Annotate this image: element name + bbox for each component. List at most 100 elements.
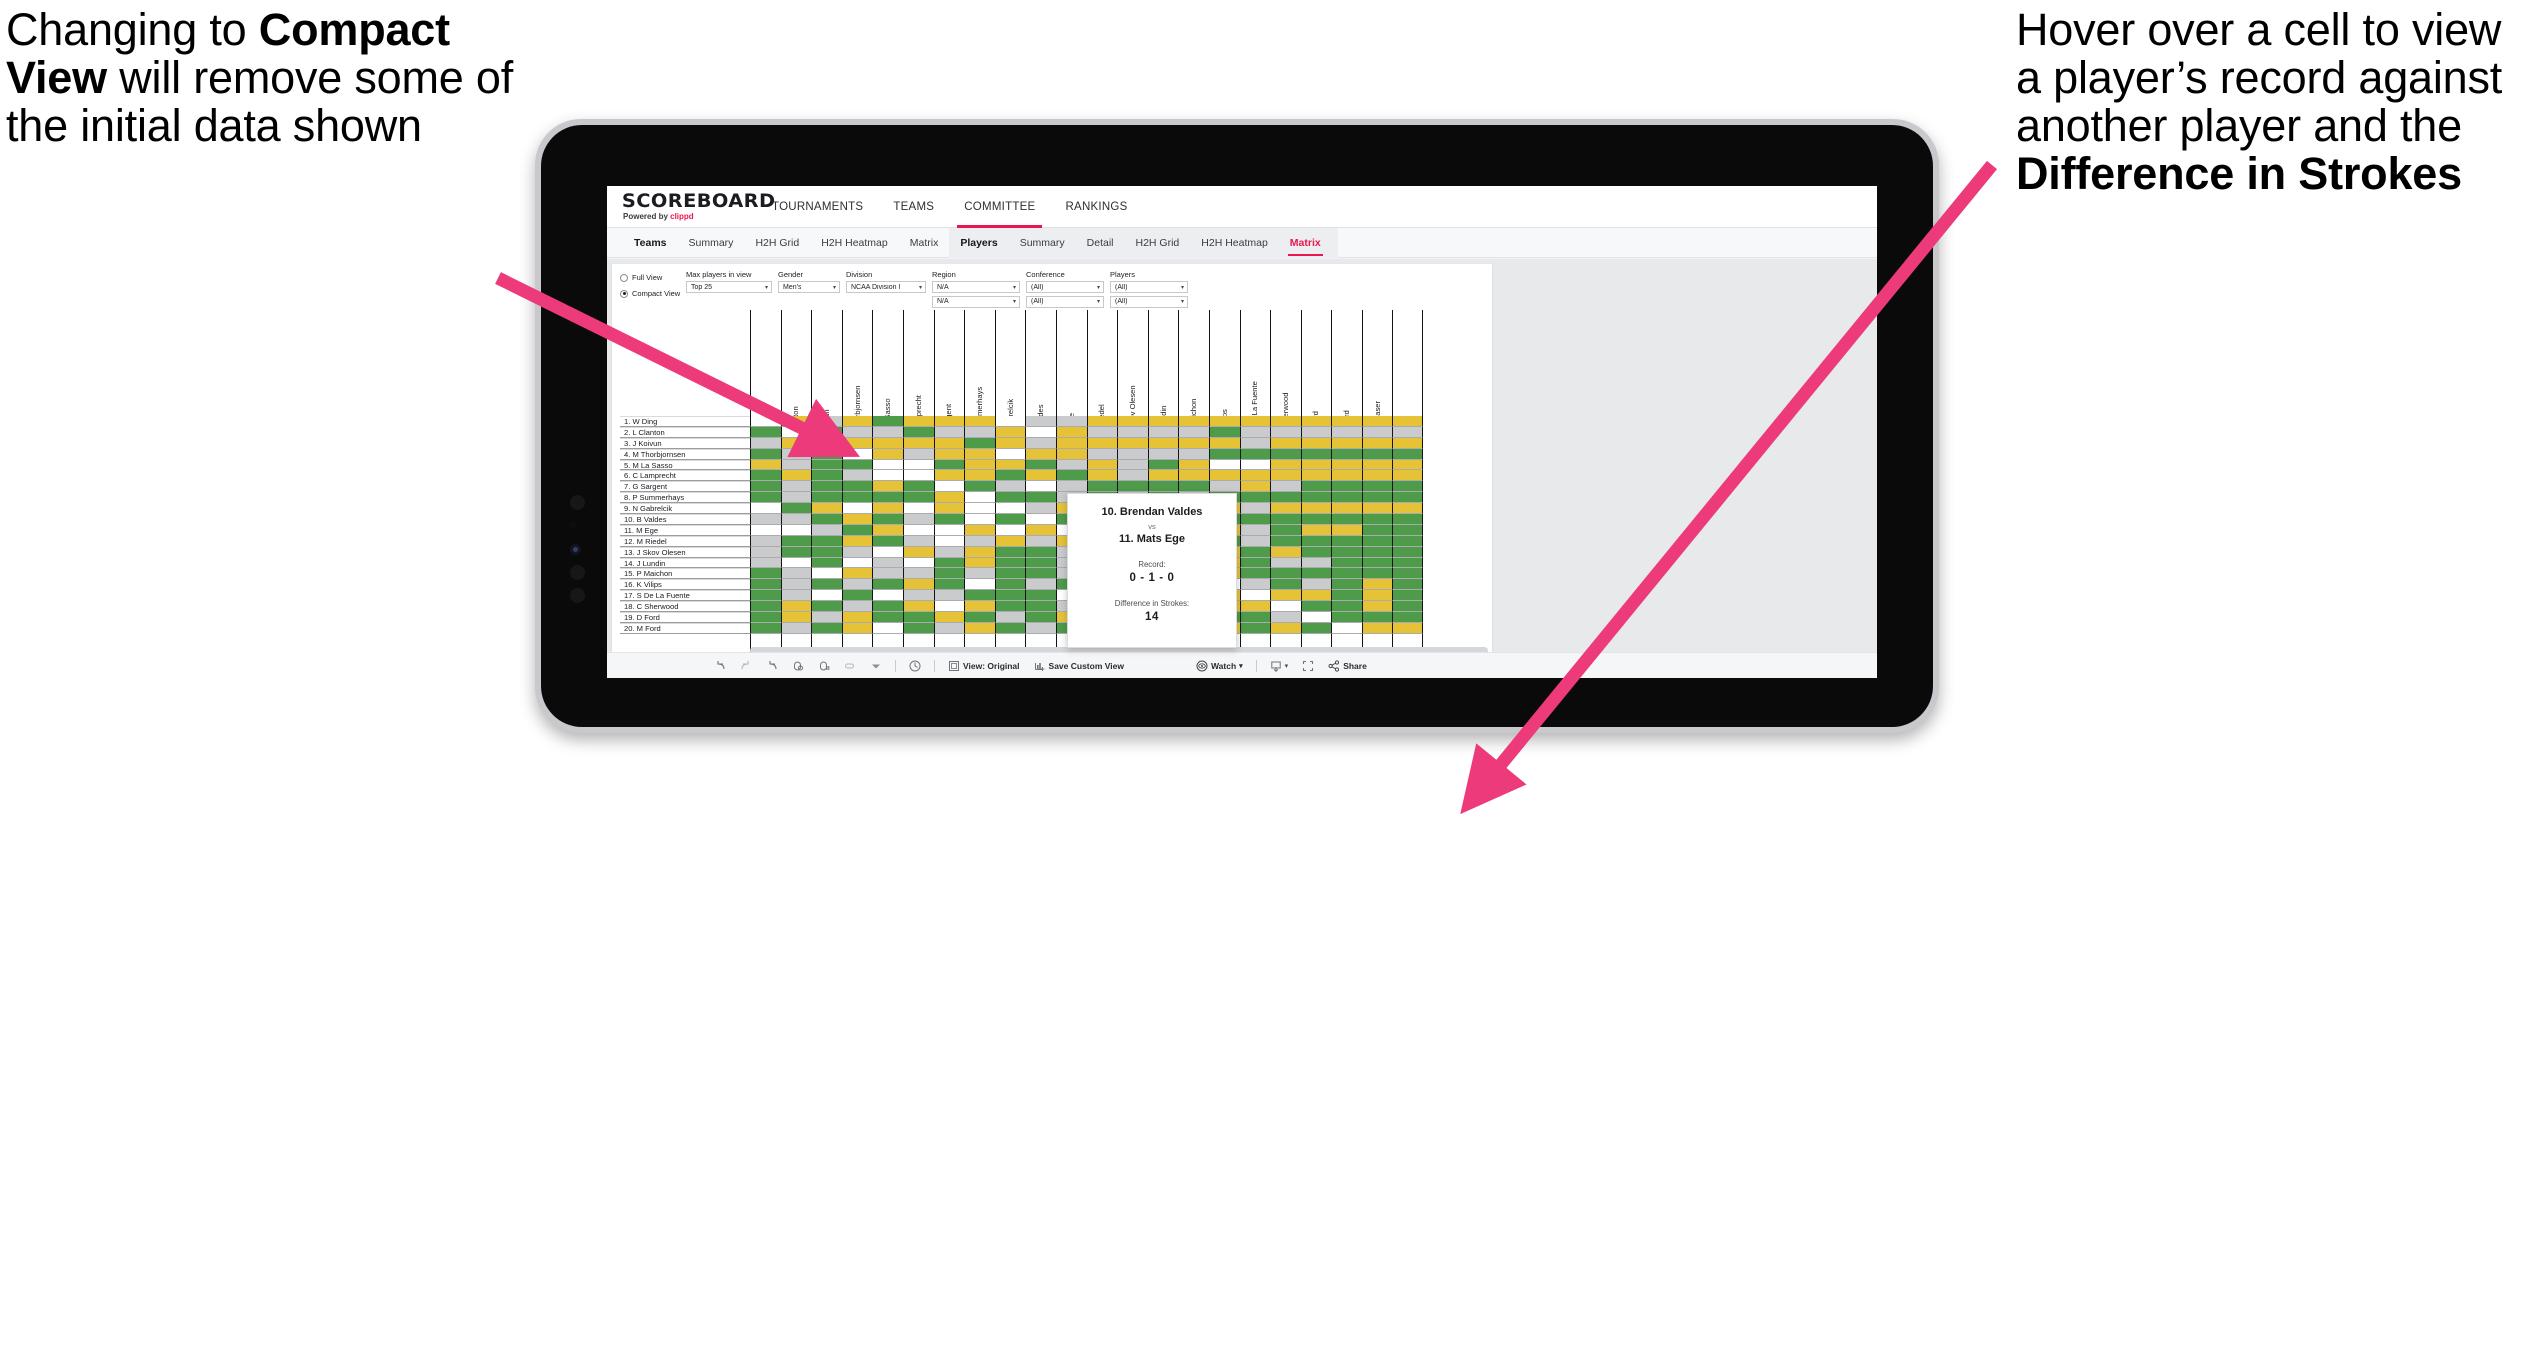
matrix-cell[interactable] bbox=[1270, 579, 1301, 591]
matrix-cell[interactable] bbox=[750, 514, 781, 525]
matrix-cell[interactable] bbox=[933, 448, 965, 460]
matrix-row-label[interactable]: 19. D Ford bbox=[620, 612, 750, 623]
matrix-cell[interactable] bbox=[1361, 557, 1393, 569]
matrix-cell[interactable] bbox=[902, 514, 934, 525]
matrix-cell[interactable] bbox=[1361, 590, 1393, 602]
select-max-players-in-view[interactable]: Top 25 ▾ bbox=[686, 281, 772, 293]
matrix-cell[interactable] bbox=[1025, 601, 1056, 613]
matrix-cell[interactable] bbox=[1025, 448, 1056, 460]
matrix-cell[interactable] bbox=[994, 612, 1026, 623]
matrix-cell[interactable] bbox=[933, 437, 965, 449]
matrix-cell[interactable] bbox=[994, 557, 1026, 569]
matrix-cell[interactable] bbox=[1392, 503, 1424, 515]
matrix-cell[interactable] bbox=[902, 426, 934, 438]
matrix-cell[interactable] bbox=[1147, 437, 1179, 449]
matrix-cell[interactable] bbox=[780, 514, 812, 525]
matrix-cell[interactable] bbox=[1300, 459, 1332, 471]
matrix-cell[interactable] bbox=[1147, 426, 1179, 438]
matrix-cell[interactable] bbox=[964, 568, 995, 580]
toolbar-fullscreen-button[interactable] bbox=[1295, 653, 1321, 679]
matrix-cell[interactable] bbox=[811, 416, 842, 427]
matrix-cell[interactable] bbox=[1086, 459, 1118, 471]
matrix-cell[interactable] bbox=[1239, 612, 1271, 623]
matrix-cell[interactable] bbox=[933, 481, 965, 493]
matrix-cell[interactable] bbox=[1178, 426, 1209, 438]
matrix-cell[interactable] bbox=[1239, 590, 1271, 602]
matrix-cell[interactable] bbox=[1361, 546, 1393, 558]
matrix-cell[interactable] bbox=[1055, 448, 1087, 460]
matrix-cell[interactable] bbox=[1208, 437, 1240, 449]
matrix-cell[interactable] bbox=[902, 459, 934, 471]
matrix-cell[interactable] bbox=[1392, 459, 1424, 471]
matrix-cell[interactable] bbox=[780, 416, 812, 427]
matrix-cell[interactable] bbox=[811, 459, 842, 471]
matrix-cell[interactable] bbox=[902, 503, 934, 515]
select-conference[interactable]: (All) ▾ bbox=[1026, 281, 1104, 293]
matrix-row-label[interactable]: 4. M Thorbjornsen bbox=[620, 448, 750, 460]
matrix-cell[interactable] bbox=[1270, 601, 1301, 613]
matrix-cell[interactable] bbox=[1178, 448, 1209, 460]
matrix-cell[interactable] bbox=[1361, 514, 1393, 525]
matrix-cell[interactable] bbox=[1300, 568, 1332, 580]
matrix-col-header[interactable]: 3. J Koivun bbox=[811, 310, 842, 447]
matrix-cell[interactable] bbox=[872, 568, 903, 580]
matrix-col-header[interactable]: 8. P Summerhays bbox=[964, 310, 995, 447]
matrix-cell[interactable] bbox=[841, 535, 873, 547]
matrix-cell[interactable] bbox=[964, 426, 995, 438]
matrix-cell[interactable] bbox=[811, 481, 842, 493]
matrix-cell[interactable] bbox=[811, 437, 842, 449]
matrix-cell[interactable] bbox=[1025, 546, 1056, 558]
matrix-cell[interactable] bbox=[780, 590, 812, 602]
matrix-cell[interactable] bbox=[964, 535, 995, 547]
matrix-cell[interactable] bbox=[780, 524, 812, 536]
matrix-cell[interactable] bbox=[811, 579, 842, 591]
toolbar-pause-auto-update-button[interactable] bbox=[902, 653, 928, 679]
matrix-cell[interactable] bbox=[872, 470, 903, 482]
matrix-cell[interactable] bbox=[902, 524, 934, 536]
matrix-cell[interactable] bbox=[964, 557, 995, 569]
matrix-row-label[interactable]: 14. J Lundin bbox=[620, 557, 750, 569]
matrix-col-header[interactable]: 17. S De La Fuente bbox=[1239, 310, 1271, 447]
matrix-cell[interactable] bbox=[750, 524, 781, 536]
nav-tab-tournaments[interactable]: TOURNAMENTS bbox=[757, 186, 878, 228]
matrix-cell[interactable] bbox=[872, 557, 903, 569]
select-conference-2[interactable]: (All) ▾ bbox=[1026, 295, 1104, 308]
matrix-cell[interactable] bbox=[1361, 492, 1393, 504]
matrix-cell[interactable] bbox=[811, 524, 842, 536]
matrix-cell[interactable] bbox=[872, 601, 903, 613]
matrix-cell[interactable] bbox=[1270, 492, 1301, 504]
matrix-cell[interactable] bbox=[841, 568, 873, 580]
matrix-cell[interactable] bbox=[1300, 514, 1332, 525]
matrix-cell[interactable] bbox=[1025, 557, 1056, 569]
matrix-cell[interactable] bbox=[780, 535, 812, 547]
matrix-cell[interactable] bbox=[1025, 492, 1056, 504]
matrix-cell[interactable] bbox=[1300, 426, 1332, 438]
matrix-cell[interactable] bbox=[1270, 590, 1301, 602]
matrix-cell[interactable] bbox=[750, 579, 781, 591]
matrix-col-header[interactable]: 20. M Ford bbox=[1331, 310, 1362, 447]
matrix-cell[interactable] bbox=[1392, 622, 1424, 634]
matrix-cell[interactable] bbox=[1300, 535, 1332, 547]
matrix-cell[interactable] bbox=[1025, 514, 1056, 525]
matrix-cell[interactable] bbox=[872, 437, 903, 449]
matrix-cell[interactable] bbox=[994, 546, 1026, 558]
matrix-cell[interactable] bbox=[750, 590, 781, 602]
matrix-cell[interactable] bbox=[1239, 568, 1271, 580]
matrix-col-header[interactable]: 19. D Ford bbox=[1300, 310, 1332, 447]
matrix-row-label[interactable]: 2. L Clanton bbox=[620, 426, 750, 438]
matrix-cell[interactable] bbox=[1300, 612, 1332, 623]
matrix-cell[interactable] bbox=[1300, 546, 1332, 558]
matrix-cell[interactable] bbox=[811, 568, 842, 580]
matrix-cell[interactable] bbox=[780, 437, 812, 449]
toolbar-share-button[interactable]: Share bbox=[1321, 653, 1374, 679]
subtab-h2h-grid[interactable]: H2H Grid bbox=[744, 228, 810, 258]
matrix-cell[interactable] bbox=[1147, 416, 1179, 427]
subtab-teams[interactable]: Teams bbox=[623, 228, 678, 258]
matrix-cell[interactable] bbox=[872, 622, 903, 634]
matrix-cell[interactable] bbox=[964, 622, 995, 634]
matrix-cell[interactable] bbox=[841, 437, 873, 449]
matrix-cell[interactable] bbox=[1147, 470, 1179, 482]
matrix-cell[interactable] bbox=[750, 470, 781, 482]
matrix-cell[interactable] bbox=[1361, 416, 1393, 427]
select-players-2[interactable]: (All) ▾ bbox=[1110, 295, 1188, 308]
